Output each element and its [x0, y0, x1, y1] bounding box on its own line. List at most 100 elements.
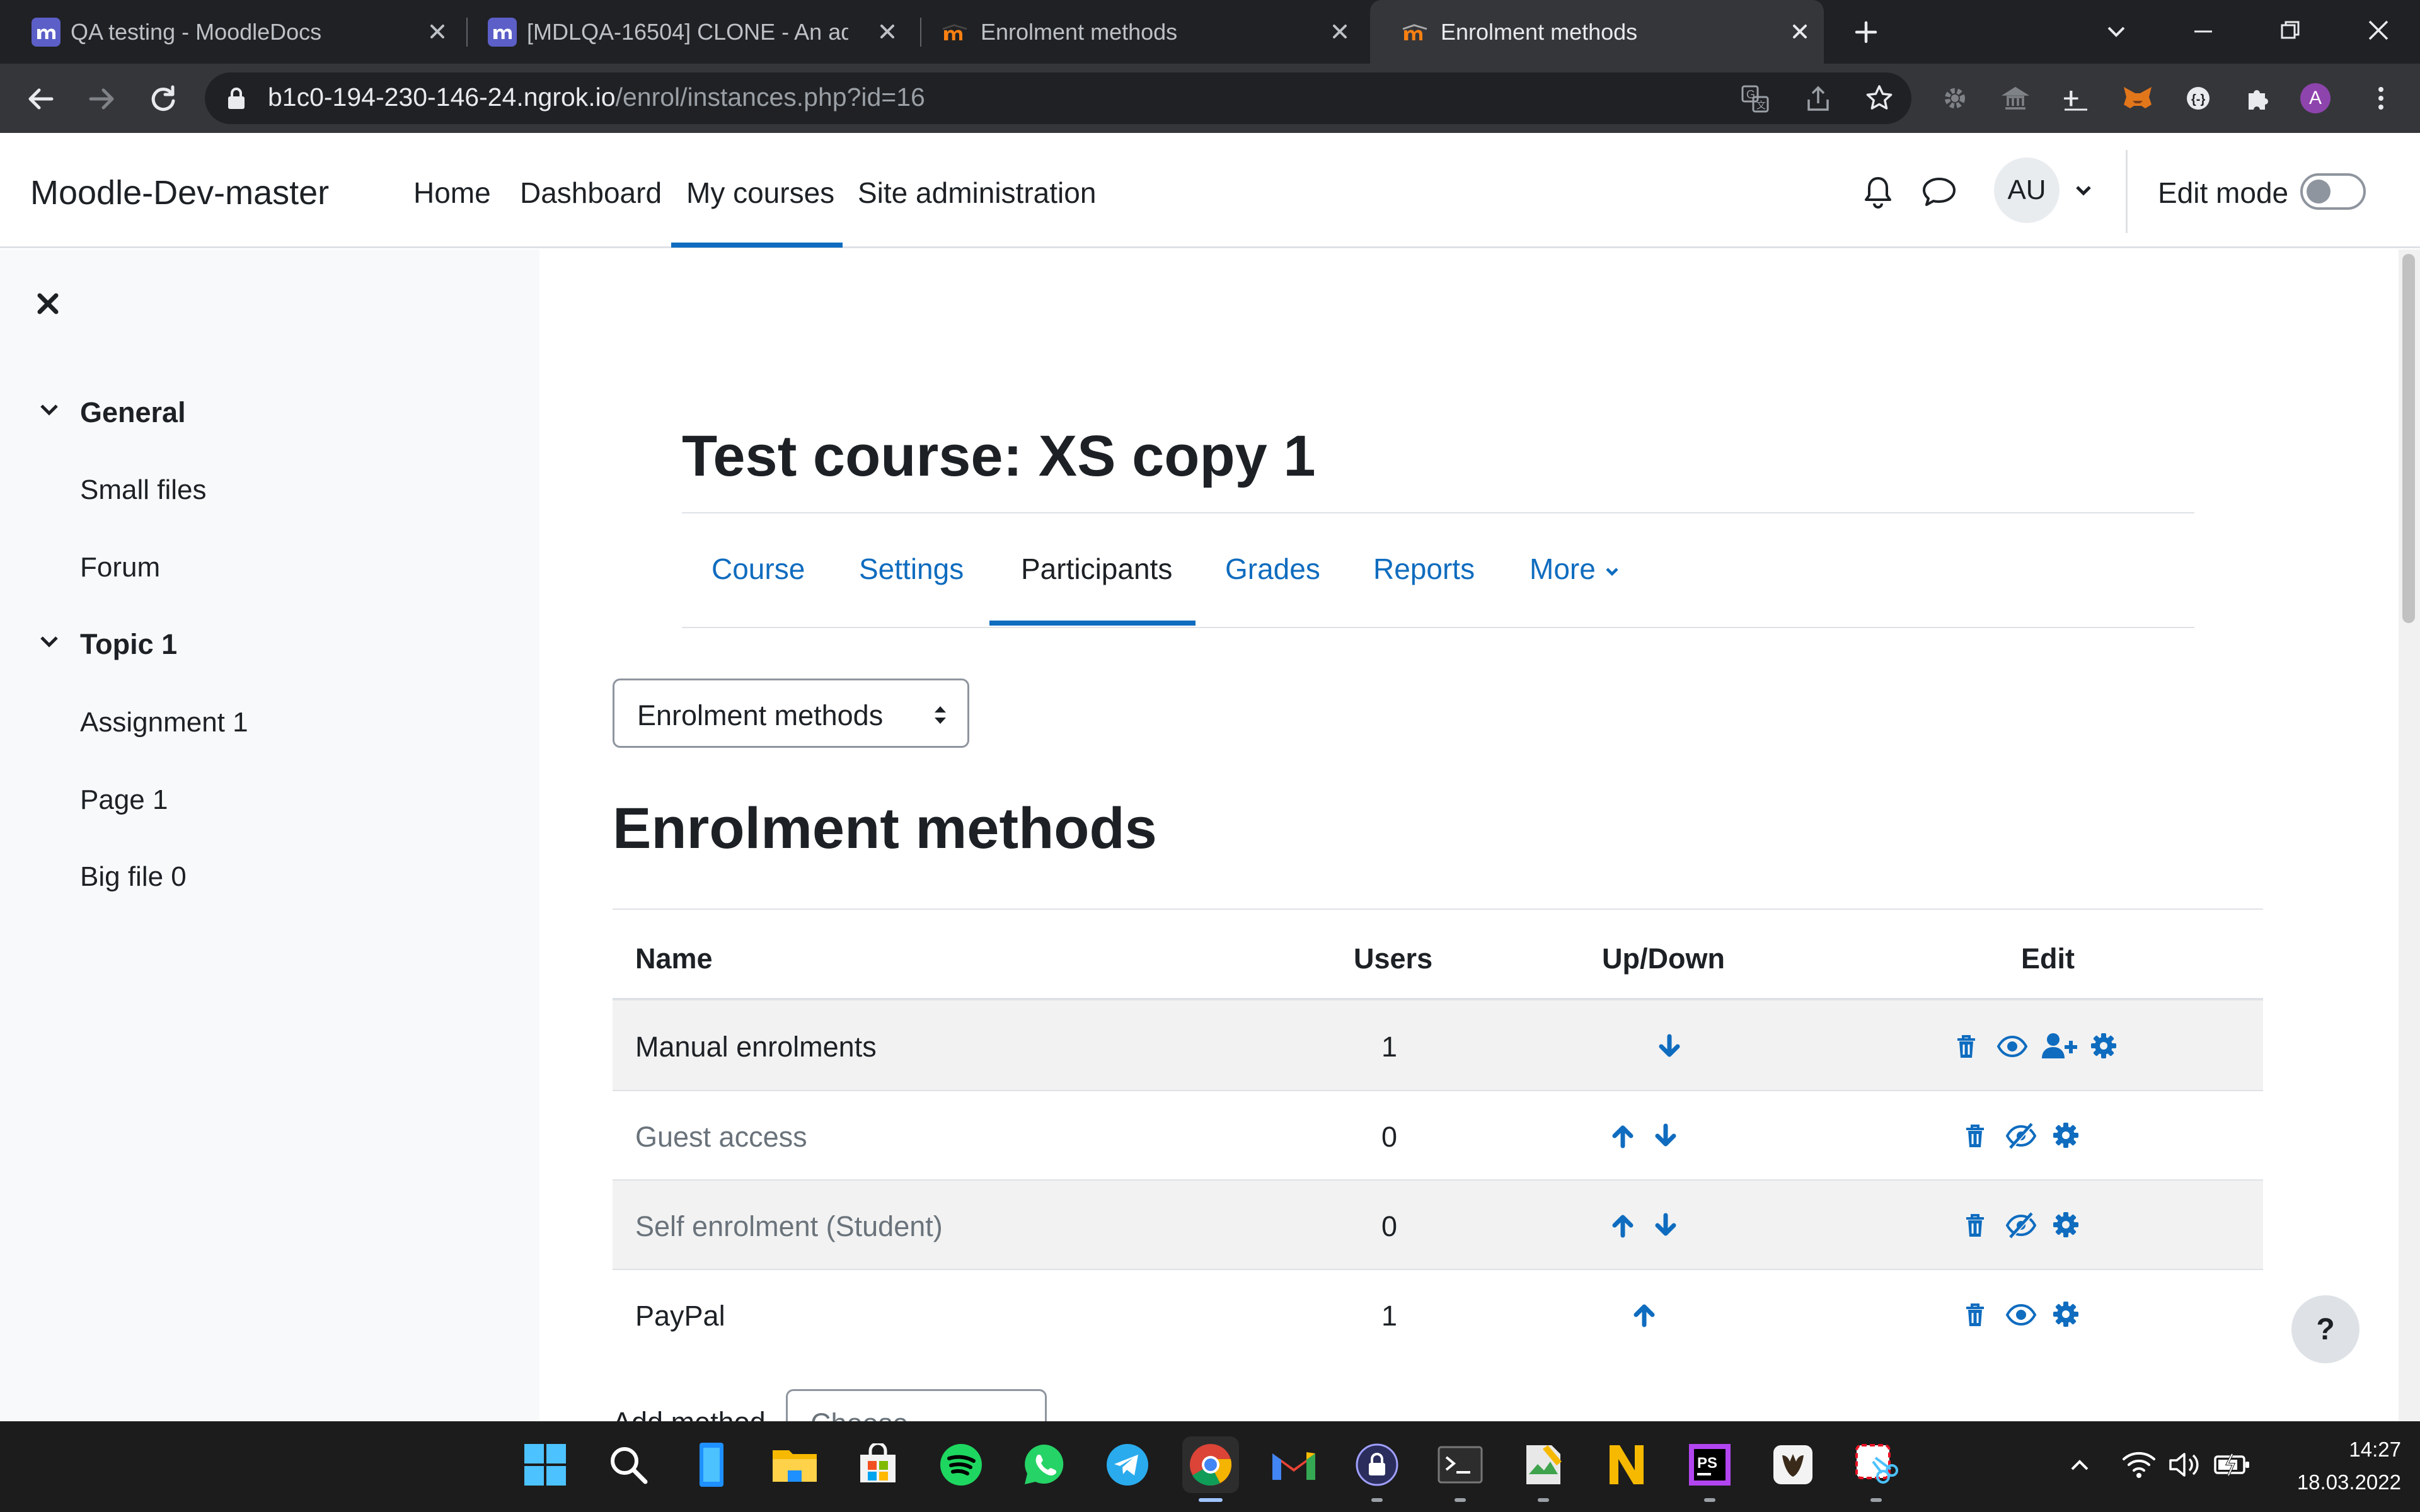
share-icon[interactable] — [1804, 84, 1833, 113]
page-selector-dropdown[interactable]: Enrolment methods — [613, 679, 969, 748]
tab-reports[interactable]: Reports — [1373, 552, 1475, 586]
nav-link-home[interactable]: Home — [413, 176, 491, 210]
wifi-icon[interactable] — [2121, 1449, 2157, 1479]
window-close-icon[interactable] — [2365, 16, 2392, 44]
extension-gear-icon[interactable] — [1940, 83, 1970, 113]
delete-trash-icon[interactable] — [1962, 1123, 1988, 1149]
hidden-eye-slash-icon[interactable] — [2005, 1123, 2037, 1149]
delete-trash-icon[interactable] — [1962, 1212, 1988, 1239]
user-avatar[interactable]: AU — [1994, 158, 2060, 223]
drawer-item-small-files[interactable]: Small files — [80, 474, 207, 506]
move-down-icon[interactable] — [1652, 1123, 1679, 1149]
chevron-down-icon[interactable] — [37, 631, 62, 654]
chevron-down-icon[interactable] — [37, 399, 62, 422]
nav-link-dashboard[interactable]: Dashboard — [520, 176, 662, 210]
tab-participants[interactable]: Participants — [1021, 552, 1172, 586]
messages-chat-icon[interactable] — [1921, 175, 1957, 208]
move-down-icon[interactable] — [1656, 1033, 1683, 1060]
terminal-icon[interactable] — [1432, 1436, 1489, 1502]
editor-icon[interactable] — [1515, 1436, 1572, 1502]
move-up-icon[interactable] — [1610, 1123, 1636, 1149]
spotify-icon[interactable] — [933, 1436, 989, 1493]
tab-course[interactable]: Course — [712, 552, 805, 586]
start-icon[interactable] — [517, 1436, 573, 1493]
notifications-bell-icon[interactable] — [1860, 173, 1896, 211]
close-icon[interactable] — [1328, 20, 1351, 43]
scrollbar-thumb[interactable] — [2402, 254, 2415, 623]
snipping-tool-icon[interactable] — [1848, 1436, 1904, 1502]
move-down-icon[interactable] — [1652, 1212, 1679, 1239]
settings-gear-icon[interactable] — [2052, 1121, 2080, 1149]
app-icon[interactable] — [1765, 1436, 1821, 1493]
clock-date[interactable]: 18.03.2022 — [2286, 1470, 2401, 1494]
clock-time[interactable]: 14:27 — [2313, 1438, 2401, 1462]
whatsapp-icon[interactable] — [1016, 1436, 1073, 1493]
vpn-icon[interactable] — [1349, 1436, 1405, 1502]
metamask-fox-icon[interactable] — [2121, 82, 2154, 115]
edit-mode-toggle[interactable] — [2300, 173, 2366, 210]
drawer-item-assignment-1[interactable]: Assignment 1 — [80, 707, 248, 738]
phpstorm-icon[interactable]: PS — [1681, 1436, 1738, 1502]
tab-search-chevron-icon[interactable] — [2104, 19, 2129, 44]
delete-trash-icon[interactable] — [1962, 1302, 1988, 1328]
chrome-icon[interactable] — [1182, 1436, 1239, 1502]
enrol-users-icon[interactable] — [2042, 1032, 2078, 1060]
notion-icon[interactable] — [1598, 1436, 1655, 1493]
forward-icon[interactable] — [86, 83, 117, 115]
url-text[interactable]: b1c0-194-230-146-24.ngrok.io/enrol/insta… — [268, 83, 925, 112]
chevron-up-icon[interactable] — [2067, 1453, 2092, 1478]
drawer-section-general[interactable]: General — [80, 396, 186, 429]
tab-grades[interactable]: Grades — [1225, 552, 1320, 586]
browser-tab-2[interactable]: [MDLQA-16504] CLONE - An adm — [456, 0, 910, 64]
settings-gear-icon[interactable] — [2052, 1211, 2080, 1239]
tab-more[interactable]: More — [1530, 552, 1621, 586]
search-icon[interactable] — [600, 1436, 657, 1493]
user-menu-chevron-icon[interactable] — [2071, 180, 2096, 202]
back-icon[interactable] — [25, 83, 57, 115]
telegram-icon[interactable] — [1099, 1436, 1156, 1493]
browser-profile-avatar[interactable]: A — [2300, 83, 2331, 113]
nav-link-site-administration[interactable]: Site administration — [858, 176, 1096, 210]
site-name[interactable]: Moodle-Dev-master — [30, 173, 329, 212]
hidden-eye-slash-icon[interactable] — [2005, 1212, 2037, 1239]
file-explorer-icon[interactable] — [766, 1436, 823, 1493]
new-tab-icon[interactable] — [1853, 19, 1879, 45]
extensions-puzzle-icon[interactable] — [2244, 83, 2274, 113]
translate-icon[interactable]: G文 — [1741, 84, 1770, 113]
settings-gear-icon[interactable] — [2052, 1300, 2080, 1328]
tab-settings[interactable]: Settings — [859, 552, 964, 586]
browser-tab-4[interactable]: Enrolment methods — [1370, 0, 1824, 64]
extension-text-icon[interactable]: ⵜ — [2061, 83, 2091, 113]
close-drawer-icon[interactable] — [35, 291, 60, 316]
store-icon[interactable] — [850, 1436, 906, 1493]
widgets-icon[interactable] — [683, 1436, 740, 1493]
close-icon[interactable] — [1789, 20, 1811, 43]
extension-bank-icon[interactable] — [2000, 83, 2031, 113]
settings-gear-icon[interactable] — [2090, 1032, 2118, 1060]
restore-icon[interactable] — [2278, 18, 2303, 43]
bookmark-star-icon[interactable] — [1864, 83, 1894, 113]
battery-icon[interactable] — [2213, 1452, 2251, 1478]
browser-tab-3[interactable]: Enrolment methods — [910, 0, 1364, 64]
extension-circle-icon[interactable]: {-} — [2183, 83, 2213, 113]
lock-icon[interactable] — [226, 86, 247, 111]
volume-icon[interactable] — [2168, 1450, 2201, 1479]
gmail-icon[interactable] — [1265, 1436, 1322, 1493]
browser-tab-1[interactable]: QA testing - MoodleDocs — [0, 0, 454, 64]
drawer-section-topic-1[interactable]: Topic 1 — [80, 628, 177, 661]
move-up-icon[interactable] — [1610, 1212, 1636, 1239]
close-icon[interactable] — [876, 20, 899, 43]
visible-eye-icon[interactable] — [2005, 1303, 2037, 1327]
reload-icon[interactable] — [146, 82, 179, 115]
move-up-icon[interactable] — [1631, 1302, 1657, 1328]
drawer-item-page-1[interactable]: Page 1 — [80, 784, 168, 816]
drawer-item-forum[interactable]: Forum — [80, 552, 160, 583]
drawer-item-big-file-0[interactable]: Big file 0 — [80, 861, 187, 893]
minimize-icon[interactable] — [2191, 19, 2216, 44]
nav-link-my-courses[interactable]: My courses — [686, 176, 834, 210]
delete-trash-icon[interactable] — [1954, 1033, 1979, 1060]
visible-eye-icon[interactable] — [1997, 1034, 2028, 1058]
close-icon[interactable] — [426, 20, 449, 43]
help-button[interactable]: ? — [2291, 1295, 2360, 1363]
browser-menu-icon[interactable] — [2366, 83, 2396, 113]
